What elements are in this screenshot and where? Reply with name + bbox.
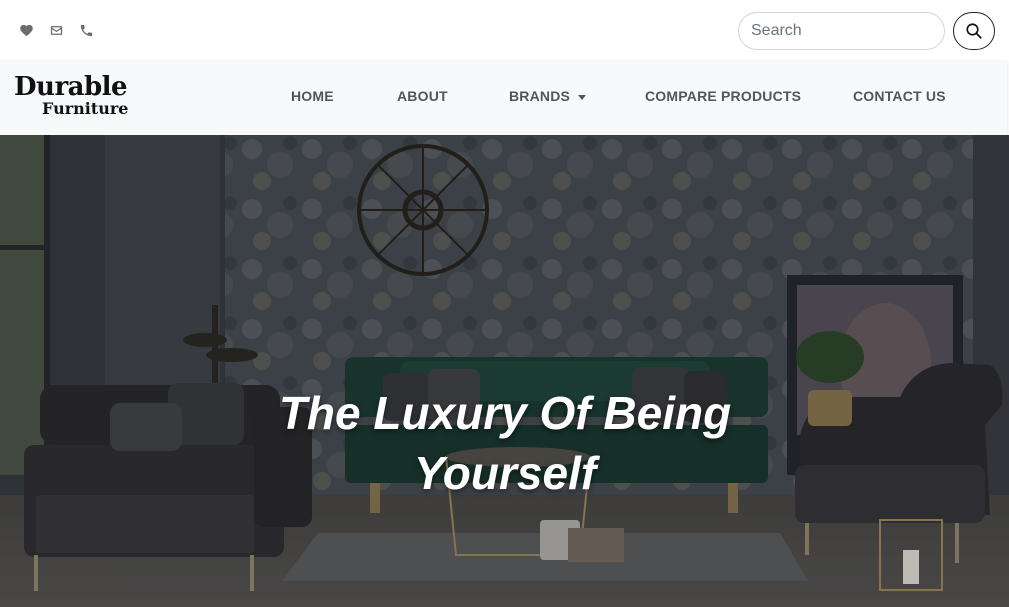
nav-about[interactable]: ABOUT: [397, 88, 448, 104]
hero-title-line2: Yourself: [413, 447, 597, 499]
search-input[interactable]: [738, 12, 945, 50]
nav-brands-dropdown[interactable]: BRANDS: [509, 88, 587, 104]
top-utility-bar: [0, 0, 1009, 60]
search-button[interactable]: [953, 12, 995, 50]
nav-compare-products[interactable]: COMPARE PRODUCTS: [645, 88, 801, 104]
brand-logo[interactable]: Durable Furniture: [14, 72, 144, 124]
hero-title-line1: The Luxury Of Being: [278, 387, 732, 439]
brand-logo-line1: Durable: [14, 72, 128, 102]
hero-title: The Luxury Of Being Yourself: [230, 383, 780, 503]
nav-brands-label: BRANDS: [509, 88, 571, 104]
hero-banner: The Luxury Of Being Yourself: [0, 135, 1009, 607]
nav-contact-us[interactable]: CONTACT US: [853, 88, 946, 104]
phone-icon[interactable]: [78, 22, 94, 38]
hero-background-image: [0, 135, 1009, 607]
heart-icon[interactable]: [18, 22, 34, 38]
caret-down-icon: [578, 94, 587, 100]
contact-icons: [18, 22, 94, 38]
mail-icon[interactable]: [48, 22, 64, 38]
nav-home[interactable]: HOME: [291, 88, 334, 104]
search-icon: [966, 23, 982, 39]
main-navbar: Durable Furniture HOME ABOUT BRANDS COMP…: [0, 60, 1007, 135]
brand-logo-line2: Furniture: [42, 99, 129, 118]
